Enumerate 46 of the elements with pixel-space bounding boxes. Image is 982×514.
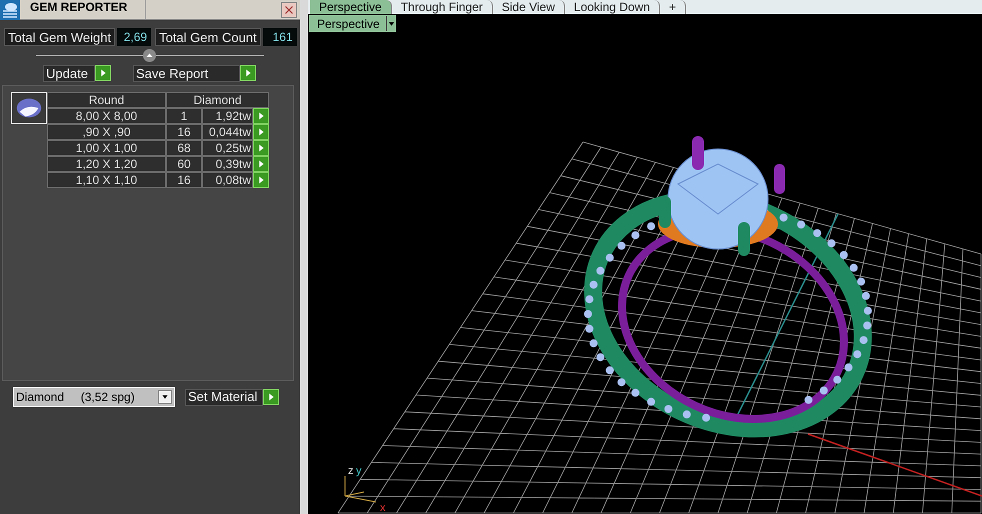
axis-label: z xyxy=(348,466,354,477)
axis-label: y xyxy=(356,466,362,477)
total-label: Total Gem Weight xyxy=(4,28,116,46)
run-button[interactable] xyxy=(95,65,111,81)
axis-label: x xyxy=(380,503,386,514)
table-cell: 1 xyxy=(166,108,202,124)
action-button[interactable]: Update xyxy=(43,65,95,82)
table-cell: 68 xyxy=(166,140,202,156)
table-cell: 16 xyxy=(166,172,202,188)
run-button[interactable] xyxy=(240,65,256,81)
caret-icon xyxy=(158,390,172,404)
row-run-button[interactable] xyxy=(253,156,269,172)
app-icon xyxy=(0,0,20,20)
table-cell: 0,08tw xyxy=(202,172,253,188)
action-button[interactable]: Save Report xyxy=(133,65,240,82)
table-cell: 16 xyxy=(166,124,202,140)
window-title: GEM REPORTER xyxy=(20,0,146,19)
table-cell: 0,044tw xyxy=(202,124,253,140)
total-value: 161 xyxy=(262,28,297,46)
row-run-button[interactable] xyxy=(253,108,269,124)
view-dropdown[interactable]: Perspective xyxy=(309,15,396,32)
column-header: Round xyxy=(47,92,166,108)
total-label: Total Gem Count xyxy=(155,28,261,46)
view-tab[interactable]: Perspective xyxy=(310,0,392,14)
column-header: Diamond xyxy=(166,92,269,108)
axis-gizmo-icon xyxy=(344,476,376,502)
table-cell: 0,39tw xyxy=(202,156,253,172)
set-material-button[interactable]: Set Material xyxy=(185,388,263,406)
splitter-handle[interactable] xyxy=(300,0,308,514)
collapse-handle[interactable] xyxy=(143,49,156,62)
gem-icon xyxy=(11,92,47,124)
row-run-button[interactable] xyxy=(253,140,269,156)
table-cell: 1,10 X 1,10 xyxy=(47,172,166,188)
table-cell: 8,00 X 8,00 xyxy=(47,108,166,124)
table-cell: ,90 X ,90 xyxy=(47,124,166,140)
total-value: 2,69 xyxy=(117,28,152,46)
material-dropdown[interactable]: Diamond (3,52 spg) xyxy=(13,387,175,407)
row-run-button[interactable] xyxy=(253,172,269,188)
table-cell: 0,25tw xyxy=(202,140,253,156)
run-button[interactable] xyxy=(263,389,279,405)
table-cell: 1,20 X 1,20 xyxy=(47,156,166,172)
table-cell: 1,00 X 1,00 xyxy=(47,140,166,156)
table-cell: 1,92tw xyxy=(202,108,253,124)
row-run-button[interactable] xyxy=(253,124,269,140)
table-cell: 60 xyxy=(166,156,202,172)
close-button[interactable] xyxy=(281,2,297,18)
